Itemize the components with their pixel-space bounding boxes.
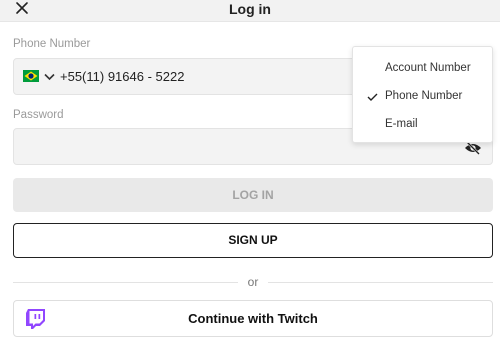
dropdown-item-account-number[interactable]: Account Number (353, 59, 494, 79)
dropdown-item-label: Account Number (385, 62, 471, 74)
signup-button[interactable]: SIGN UP (13, 223, 493, 258)
continue-with-twitch-button[interactable]: Continue with Twitch (13, 300, 493, 337)
phone-number-value[interactable]: +55(11) 91646 - 5222 (60, 69, 184, 84)
login-type-dropdown: Account Number Phone Number E-mail (352, 46, 493, 143)
dropdown-item-label: Phone Number (385, 90, 463, 102)
brazil-flag-icon (23, 70, 39, 82)
phone-number-label: Phone Number (13, 38, 91, 50)
or-separator: or (13, 274, 493, 290)
twitch-button-label: Continue with Twitch (188, 311, 318, 326)
password-label: Password (13, 109, 64, 121)
dropdown-item-phone-number[interactable]: Phone Number (353, 87, 494, 107)
divider (268, 282, 493, 283)
twitch-icon (26, 309, 45, 329)
eye-slash-icon[interactable] (464, 141, 482, 155)
login-button[interactable]: LOG IN (13, 178, 493, 212)
page-title: Log in (229, 1, 271, 17)
modal-header: Log in (0, 0, 500, 22)
dropdown-item-label: E-mail (385, 118, 418, 130)
chevron-down-icon[interactable] (44, 73, 55, 81)
dropdown-item-email[interactable]: E-mail (353, 115, 494, 135)
checkmark-icon (367, 93, 378, 101)
